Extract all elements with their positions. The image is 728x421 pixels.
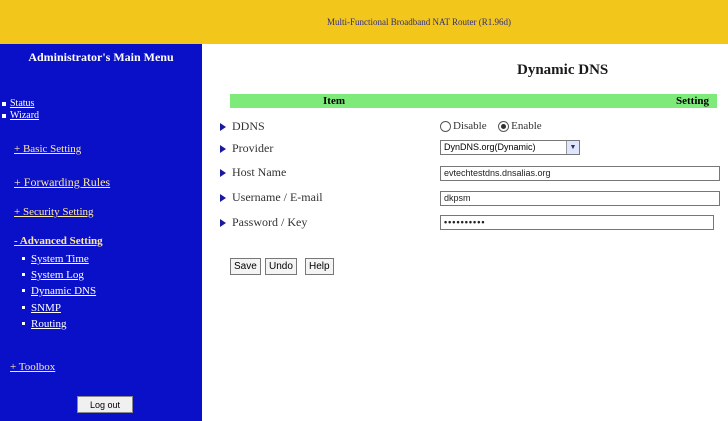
arrow-right-icon [220, 145, 226, 154]
sidebar-section-security[interactable]: + Security Setting [14, 206, 94, 218]
main-content: Dynamic DNS Item Setting DDNS Disable En… [202, 44, 728, 421]
bullet-icon [22, 306, 25, 309]
sidebar-section-basic[interactable]: + Basic Setting [14, 143, 81, 155]
bullet-icon [22, 322, 25, 325]
sidebar: Administrator's Main Menu Status Wizard … [0, 44, 202, 421]
arrow-right-icon [220, 169, 226, 178]
sidebar-item-system-time[interactable]: System Time [22, 253, 89, 265]
banner-title: Multi-Functional Broadband NAT Router (R… [326, 17, 512, 27]
row-label-password: Password / Key [220, 215, 307, 230]
arrow-right-icon [220, 194, 226, 203]
help-button[interactable]: Help [305, 258, 334, 275]
bullet-icon [22, 273, 25, 276]
arrow-right-icon [220, 123, 226, 132]
sidebar-section-advanced[interactable]: - Advanced Setting [14, 235, 103, 247]
row-label-provider: Provider [220, 141, 273, 156]
provider-select[interactable]: DynDNS.org(Dynamic) ▼ [440, 140, 580, 155]
sidebar-item-snmp[interactable]: SNMP [22, 302, 61, 314]
bullet-icon [2, 101, 6, 106]
logout-button[interactable]: Log out [77, 396, 133, 413]
save-button[interactable]: Save [230, 258, 261, 275]
ddns-enable-radio[interactable] [498, 120, 510, 132]
bullet-icon [2, 113, 6, 118]
row-label-ddns: DDNS [220, 119, 265, 134]
bullet-icon [22, 289, 25, 292]
sidebar-item-system-log[interactable]: System Log [22, 269, 84, 281]
top-banner: Multi-Functional Broadband NAT Router (R… [0, 0, 728, 44]
sidebar-section-forwarding[interactable]: + Forwarding Rules [14, 175, 110, 190]
ddns-radio-group: Disable Enable [440, 120, 542, 132]
username-input[interactable]: dkpsm [440, 191, 720, 206]
ddns-disable-radio[interactable] [440, 120, 451, 132]
password-input[interactable]: •••••••••• [440, 215, 714, 230]
row-label-username: Username / E-mail [220, 190, 323, 205]
column-header-setting: Setting [676, 95, 709, 107]
sidebar-title: Administrator's Main Menu [28, 50, 174, 64]
row-label-host-name: Host Name [220, 165, 286, 180]
arrow-right-icon [220, 219, 226, 228]
chevron-down-icon[interactable]: ▼ [566, 141, 579, 154]
sidebar-item-routing[interactable]: Routing [22, 318, 66, 330]
sidebar-link-wizard[interactable]: Wizard [2, 110, 39, 121]
sidebar-link-status[interactable]: Status [2, 98, 34, 109]
sidebar-item-dynamic-dns[interactable]: Dynamic DNS [22, 285, 96, 297]
sidebar-section-toolbox[interactable]: + Toolbox [10, 361, 55, 373]
table-header: Item Setting [230, 94, 717, 108]
host-name-input[interactable]: evtechtestdns.dnsalias.org [440, 166, 720, 181]
undo-button[interactable]: Undo [265, 258, 297, 275]
bullet-icon [22, 257, 25, 260]
page-title: Dynamic DNS [517, 62, 609, 78]
column-header-item: Item [323, 95, 345, 107]
